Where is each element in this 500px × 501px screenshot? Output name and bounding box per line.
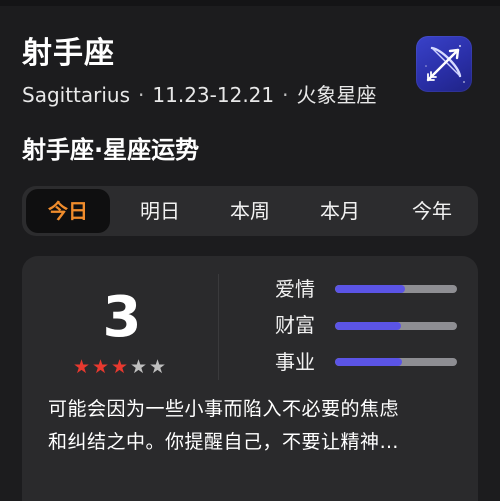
metric-bar-career	[335, 358, 457, 366]
sign-element: 火象星座	[296, 83, 377, 107]
star-filled-icon: ★	[110, 356, 129, 378]
section-title: 射手座·星座运势	[22, 136, 200, 164]
tab-this-month[interactable]: 本月	[298, 189, 382, 233]
top-edge	[0, 0, 500, 6]
sign-title: 射手座	[22, 36, 115, 71]
metric-fill-love	[335, 285, 405, 293]
tab-tomorrow[interactable]: 明日	[118, 189, 202, 233]
fortune-description: 可能会因为一些小事而陷入不必要的焦虑 和纠结之中。你提醒自己，不要让精神…	[48, 393, 458, 459]
tab-today[interactable]: 今日	[26, 189, 110, 233]
metric-label-love: 爱情	[275, 277, 315, 301]
tab-this-week[interactable]: 本周	[208, 189, 292, 233]
star-filled-icon: ★	[72, 356, 91, 378]
tab-this-year[interactable]: 今年	[390, 189, 474, 233]
horoscope-page: 射手座 Sagittarius · 11.23-12.21 · 火象星座 射手座·星座运…	[0, 0, 500, 501]
metric-fill-wealth	[335, 322, 401, 330]
sign-english-name: Sagittarius	[22, 83, 131, 107]
star-filled-icon: ★	[91, 356, 110, 378]
meta-separator: ·	[282, 83, 289, 107]
star-empty-icon: ★	[148, 356, 167, 378]
fortune-description-line: 可能会因为一些小事而陷入不必要的焦虑	[48, 398, 400, 420]
fortune-description-line: 和纠结之中。你提醒自己，不要让精神…	[48, 431, 400, 453]
metric-bar-wealth	[335, 322, 457, 330]
metric-bar-love	[335, 285, 457, 293]
card-divider	[218, 274, 219, 380]
star-empty-icon: ★	[129, 356, 148, 378]
fortune-card[interactable]: 3 ★ ★ ★ ★ ★ 爱情 财富 事业 可能会因为一些小事而陷入不必要的焦虑 和纠结之…	[22, 256, 478, 501]
meta-separator: ·	[138, 83, 145, 107]
sagittarius-bow-arrow-icon[interactable]	[416, 36, 472, 92]
fortune-score: 3	[102, 285, 142, 350]
star-rating: ★ ★ ★ ★ ★	[72, 357, 172, 377]
metric-fill-career	[335, 358, 403, 366]
sign-date-range: 11.23-12.21	[152, 83, 275, 107]
sign-meta: Sagittarius · 11.23-12.21 · 火象星座	[22, 82, 376, 108]
sagittarius-bow-arrow-icon	[425, 45, 465, 83]
metric-label-career: 事业	[275, 350, 315, 374]
period-tabs: 今日 明日 本周 本月 今年	[22, 186, 478, 236]
metric-label-wealth: 财富	[275, 313, 315, 337]
